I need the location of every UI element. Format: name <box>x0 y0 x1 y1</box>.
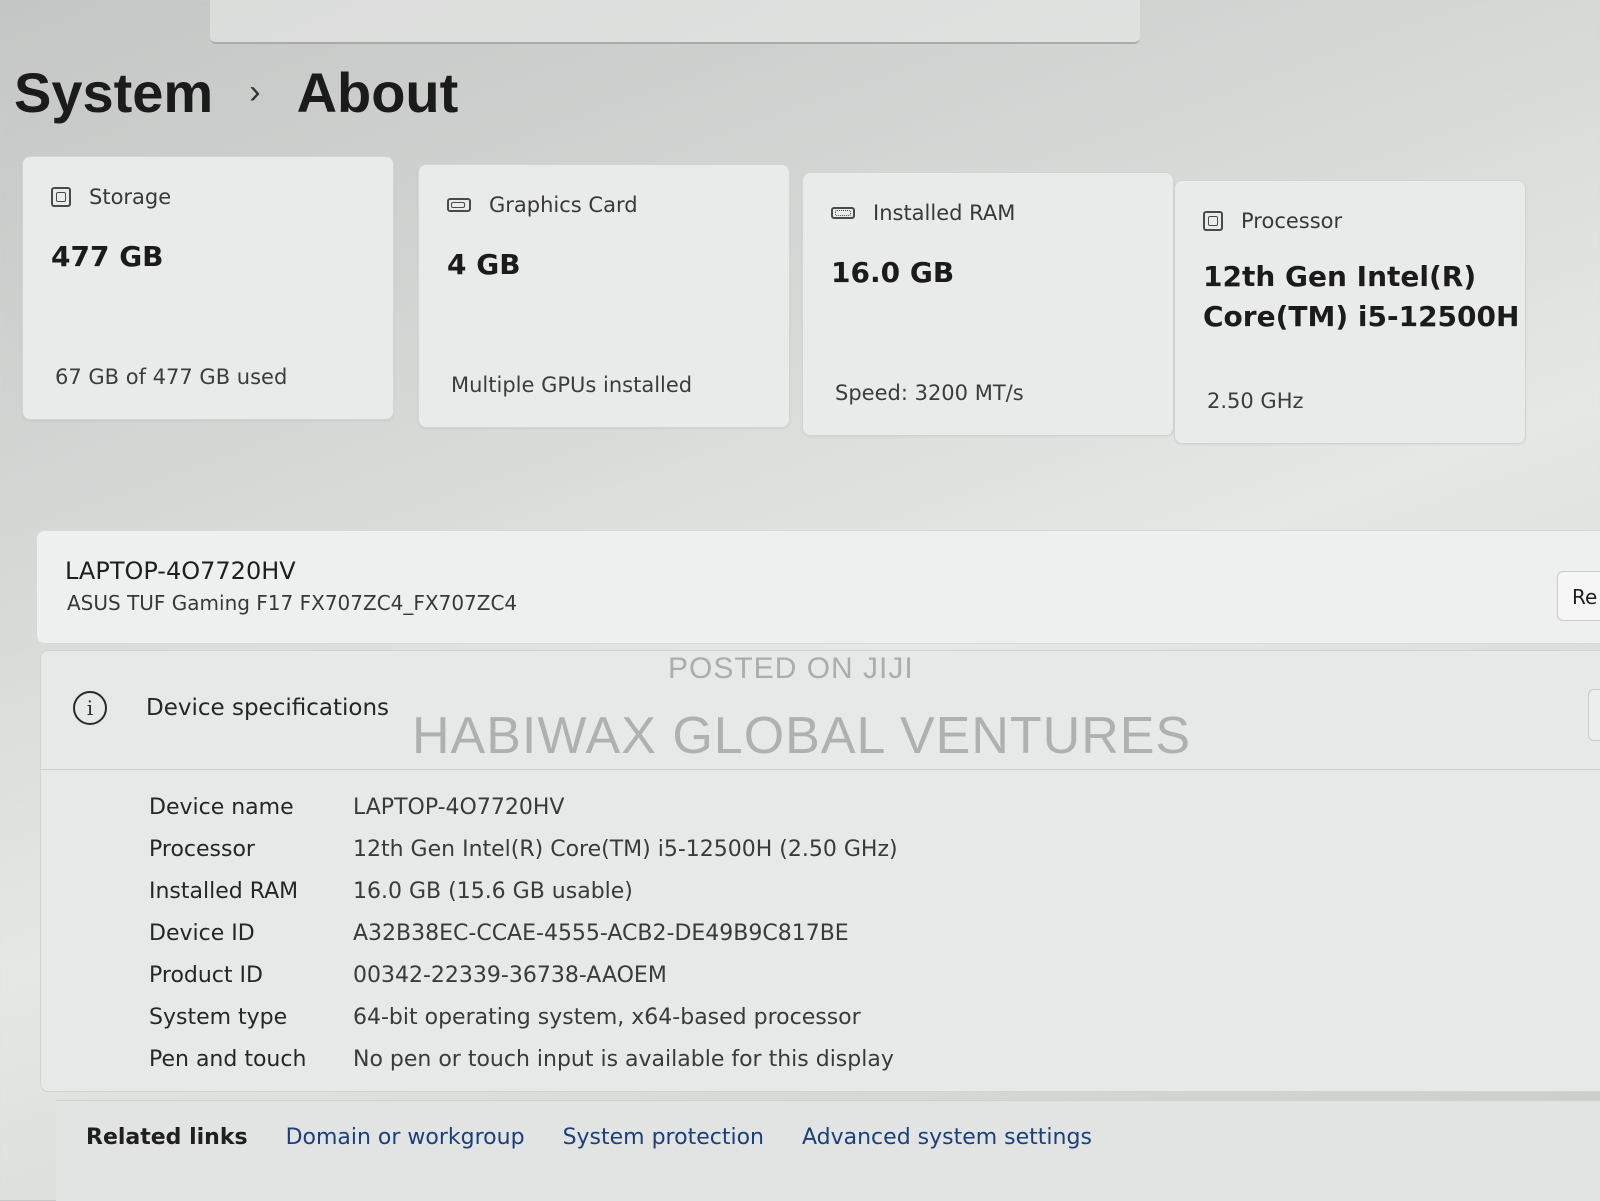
rename-pc-button[interactable]: Re <box>1557 571 1600 621</box>
processor-value-line1: 12th Gen Intel(R) <box>1203 260 1477 293</box>
spec-row: Product ID 00342-22339-36738-AAOEM <box>149 954 898 996</box>
installed-ram-card[interactable]: Installed RAM 16.0 GB Speed: 3200 MT/s <box>802 172 1174 436</box>
breadcrumb-system-link[interactable]: System <box>14 60 213 125</box>
storage-card[interactable]: Storage 477 GB 67 GB of 477 GB used <box>22 156 394 420</box>
processor-label: Processor <box>1241 209 1343 233</box>
related-links-label: Related links <box>86 1125 248 1150</box>
installed-ram-detail: Speed: 3200 MT/s <box>835 381 1024 405</box>
device-name-panel: LAPTOP-4O7720HV ASUS TUF Gaming F17 FX70… <box>36 530 1600 644</box>
processor-value-line2: Core(TM) i5-12500H <box>1203 300 1520 333</box>
storage-label: Storage <box>89 185 172 209</box>
storage-icon <box>51 187 71 207</box>
domain-or-workgroup-link[interactable]: Domain or workgroup <box>286 1125 525 1150</box>
device-specifications-header[interactable]: i Device specifications <box>41 651 1600 770</box>
system-protection-link[interactable]: System protection <box>563 1125 764 1150</box>
breadcrumb: System › About <box>14 52 458 132</box>
spec-row: Device name LAPTOP-4O7720HV <box>149 786 898 828</box>
spec-key: Processor <box>149 836 255 862</box>
installed-ram-label: Installed RAM <box>873 201 1016 225</box>
device-specifications-title: Device specifications <box>146 695 390 721</box>
search-bar-edge <box>210 0 1140 44</box>
spec-table: Device name LAPTOP-4O7720HV Processor 12th… <box>149 786 898 1080</box>
graphics-card-icon <box>447 198 471 212</box>
graphics-card-label: Graphics Card <box>489 193 638 217</box>
graphics-card-detail: Multiple GPUs installed <box>451 373 693 397</box>
storage-value: 477 GB <box>51 240 164 273</box>
spec-key: Pen and touch <box>149 1046 307 1072</box>
spec-value: 16.0 GB (15.6 GB usable) <box>353 878 633 904</box>
spec-value: 64-bit operating system, x64-based proce… <box>353 1004 861 1030</box>
spec-key: Installed RAM <box>149 878 299 904</box>
advanced-system-settings-link[interactable]: Advanced system settings <box>802 1125 1092 1150</box>
spec-row: Processor 12th Gen Intel(R) Core(TM) i5-1… <box>149 828 898 870</box>
installed-ram-value: 16.0 GB <box>831 256 955 289</box>
device-name: LAPTOP-4O7720HV <box>65 557 296 585</box>
spec-key: Device ID <box>149 920 255 946</box>
spec-key: Device name <box>149 794 294 820</box>
spec-key: Product ID <box>149 962 263 988</box>
device-specifications-panel: i Device specifications Device name LAPTO… <box>40 650 1600 1092</box>
processor-detail: 2.50 GHz <box>1207 389 1304 413</box>
spec-row: Installed RAM 16.0 GB (15.6 GB usable) <box>149 870 898 912</box>
spec-value: No pen or touch input is available for t… <box>353 1046 894 1072</box>
processor-icon <box>1203 211 1223 231</box>
info-icon: i <box>73 691 107 725</box>
spec-row: Device ID A32B38EC-CCAE-4555-ACB2-DE49B9C… <box>149 912 898 954</box>
graphics-card-value: 4 GB <box>447 248 521 281</box>
spec-row: Pen and touch No pen or touch input is av… <box>149 1038 898 1080</box>
copy-button[interactable] <box>1588 689 1600 741</box>
device-model: ASUS TUF Gaming F17 FX707ZC4_FX707ZC4 <box>67 591 518 615</box>
processor-card[interactable]: Processor 12th Gen Intel(R) Core(TM) i5-… <box>1174 180 1526 444</box>
spec-value: 12th Gen Intel(R) Core(TM) i5-12500H (2.… <box>353 836 898 862</box>
spec-row: System type 64-bit operating system, x64-… <box>149 996 898 1038</box>
spec-key: System type <box>149 1004 288 1030</box>
related-links-bar: Related links Domain or workgroup System… <box>56 1100 1600 1201</box>
spec-value: 00342-22339-36738-AAOEM <box>353 962 667 988</box>
chevron-right-icon: › <box>249 72 261 111</box>
spec-value: A32B38EC-CCAE-4555-ACB2-DE49B9C817BE <box>353 920 849 946</box>
spec-value: LAPTOP-4O7720HV <box>353 794 565 820</box>
page-title: About <box>296 60 459 124</box>
storage-detail: 67 GB of 477 GB used <box>55 365 288 389</box>
ram-icon <box>831 207 855 219</box>
graphics-card-card[interactable]: Graphics Card 4 GB Multiple GPUs install… <box>418 164 790 428</box>
